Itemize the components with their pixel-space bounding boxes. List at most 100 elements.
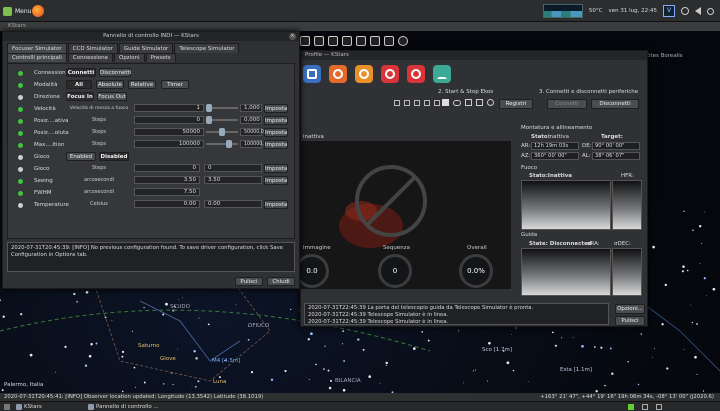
star[interactable] <box>95 342 98 345</box>
star[interactable] <box>652 245 655 249</box>
star[interactable] <box>0 299 1 301</box>
star[interactable] <box>666 367 669 370</box>
star[interactable] <box>611 372 614 375</box>
temperature-input[interactable]: 0.00 <box>204 200 262 208</box>
focus-icon[interactable] <box>487 99 494 106</box>
deep-sky-icon[interactable] <box>370 36 380 46</box>
star[interactable] <box>604 384 606 387</box>
star[interactable] <box>197 380 200 383</box>
constellation-label[interactable]: SCUDO <box>170 304 190 310</box>
star[interactable] <box>627 360 629 363</box>
indi-clear-button[interactable]: Pulisci <box>235 277 263 286</box>
star[interactable] <box>207 323 210 326</box>
star[interactable] <box>270 378 274 381</box>
star[interactable] <box>172 384 174 386</box>
speed-set-button[interactable]: Imposta <box>264 104 288 113</box>
star[interactable] <box>701 243 703 244</box>
star[interactable] <box>308 379 310 380</box>
star[interactable] <box>609 347 612 350</box>
star[interactable] <box>551 331 554 334</box>
star-icon[interactable] <box>342 36 352 46</box>
star[interactable] <box>143 381 146 384</box>
mount-module-icon[interactable] <box>433 65 451 83</box>
disconnect-switch[interactable]: Disconnetti <box>99 68 131 77</box>
absolute-position-slider[interactable] <box>206 128 238 136</box>
star[interactable] <box>554 344 557 347</box>
star[interactable] <box>121 390 124 393</box>
star[interactable] <box>488 341 491 345</box>
max-position-set-button[interactable]: Imposta <box>264 140 288 149</box>
moon-label[interactable]: Luna <box>213 379 226 385</box>
star[interactable] <box>284 369 287 373</box>
star[interactable] <box>462 382 464 384</box>
star[interactable] <box>247 338 250 341</box>
star[interactable] <box>683 210 685 212</box>
keyboard-layout-badge[interactable]: V <box>663 5 675 17</box>
star[interactable] <box>683 348 685 350</box>
power-icon[interactable] <box>707 7 714 15</box>
relative-position-set-button[interactable]: Imposta <box>264 116 288 125</box>
close-icon[interactable]: × <box>289 33 296 40</box>
target-icon[interactable] <box>398 36 408 46</box>
speed-slider[interactable] <box>206 104 238 112</box>
absolute-position-set-button[interactable]: Imposta <box>264 128 288 137</box>
star[interactable] <box>379 383 381 384</box>
star[interactable] <box>527 381 529 382</box>
add-icon[interactable] <box>394 100 400 106</box>
star[interactable] <box>131 330 133 332</box>
star[interactable] <box>691 321 694 324</box>
star[interactable] <box>699 262 701 264</box>
focus-module-icon[interactable] <box>355 65 373 83</box>
constellation-label[interactable]: BILANCIA <box>335 378 361 384</box>
star[interactable] <box>198 317 200 319</box>
star[interactable] <box>385 364 387 366</box>
tab-focuser-simulator[interactable]: Focuser Simulator <box>7 43 67 53</box>
mode-absolute-switch[interactable]: Absolute <box>96 80 124 89</box>
star[interactable] <box>698 224 702 228</box>
star[interactable] <box>561 337 563 339</box>
view-icon[interactable] <box>314 36 324 46</box>
star[interactable] <box>486 380 488 382</box>
star[interactable] <box>600 346 603 349</box>
zoom-fit-icon[interactable] <box>300 36 310 46</box>
star[interactable] <box>343 360 346 362</box>
star[interactable] <box>324 345 326 347</box>
star[interactable] <box>427 339 430 342</box>
star[interactable] <box>55 371 56 373</box>
mode-relative-switch[interactable]: Relative <box>128 80 156 89</box>
tab-connection[interactable]: Connessione <box>67 53 113 62</box>
star-label[interactable]: Sco [1.7m] <box>482 347 512 353</box>
star[interactable] <box>1 389 4 392</box>
star[interactable] <box>85 290 89 294</box>
camera-icon[interactable] <box>476 99 483 106</box>
taskbar-item-indi-panel[interactable]: Pannello di controllo ... <box>86 403 176 411</box>
star[interactable] <box>135 386 137 388</box>
setup-module-icon[interactable] <box>303 65 321 83</box>
star[interactable] <box>696 323 698 325</box>
max-position-input[interactable]: 100000, <box>240 140 264 148</box>
star[interactable] <box>235 304 237 305</box>
seeing-set-button[interactable]: Imposta <box>264 176 288 185</box>
star[interactable] <box>413 347 416 350</box>
star[interactable] <box>515 327 517 329</box>
star[interactable] <box>195 386 197 388</box>
star[interactable] <box>661 323 664 326</box>
ekos-options-button[interactable]: Opzioni... <box>615 304 645 314</box>
star[interactable] <box>682 265 685 268</box>
object-label[interactable]: M4 [4.5m] <box>212 358 240 364</box>
star[interactable] <box>315 363 317 366</box>
planet-icon[interactable] <box>356 36 366 46</box>
star[interactable] <box>193 350 196 353</box>
star[interactable] <box>178 299 179 300</box>
firefox-icon[interactable] <box>32 5 44 17</box>
capture-module-icon[interactable] <box>329 65 347 83</box>
planet-label[interactable]: Saturno <box>138 343 160 349</box>
star[interactable] <box>703 277 706 280</box>
temperature-set-button[interactable]: Imposta <box>264 200 288 209</box>
disconnect-button[interactable]: Disconnetti <box>591 99 639 109</box>
star[interactable] <box>421 331 424 333</box>
star[interactable] <box>195 357 198 360</box>
star[interactable] <box>637 383 640 386</box>
ekos-log[interactable]: 2020-07-31T22:45:39 La porta del telesco… <box>304 303 609 325</box>
star[interactable] <box>581 344 584 348</box>
